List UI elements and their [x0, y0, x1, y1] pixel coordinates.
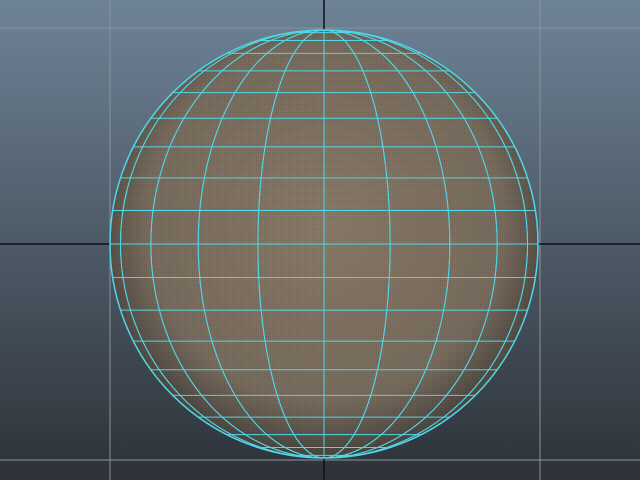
sphere-object[interactable]	[109, 29, 539, 459]
viewport-panel[interactable]	[0, 0, 640, 480]
viewport-canvas[interactable]	[0, 0, 640, 480]
